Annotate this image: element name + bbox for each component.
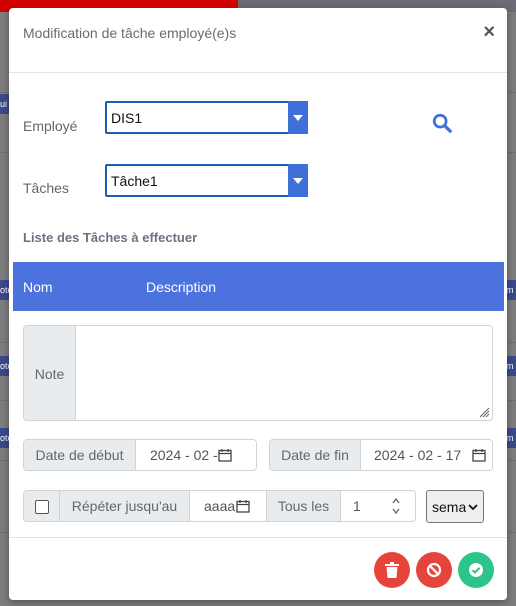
repeat-unit-select[interactable]: semaine [426, 490, 484, 523]
confirm-button[interactable] [458, 552, 494, 588]
task-list-title: Liste des Tâches à effectuer [23, 230, 198, 245]
tasks-select[interactable]: Tâche1 [105, 164, 308, 197]
modal-title: Modification de tâche employé(e)s [23, 25, 237, 41]
calendar-icon[interactable] [218, 448, 232, 462]
every-label: Tous les [266, 491, 341, 521]
column-header-description: Description [146, 279, 217, 295]
employee-label: Employé [23, 118, 78, 134]
start-date-input[interactable]: 2024 - 02 - [150, 447, 220, 463]
employee-select-value: DIS1 [111, 110, 143, 126]
repeat-checkbox-addon [24, 491, 60, 521]
repeat-group: Répéter jusqu'au aaaa Tous les 1 [23, 490, 416, 522]
cancel-button[interactable] [416, 552, 452, 588]
note-label: Note [24, 326, 76, 420]
note-field-group: Note [23, 325, 493, 421]
check-circle-icon [469, 563, 483, 577]
repeat-unit-value: semaine [432, 499, 466, 515]
tasks-select-value: Tâche1 [111, 173, 158, 189]
start-date-group: Date de début 2024 - 02 - [23, 439, 257, 471]
footer-divider [9, 537, 507, 538]
employee-select[interactable]: DIS1 [105, 101, 308, 134]
chevron-down-icon [288, 101, 308, 134]
repeat-label: Répéter jusqu'au [60, 491, 190, 521]
repeat-date-input[interactable]: aaaa [204, 498, 236, 514]
trash-icon [385, 562, 399, 578]
resize-grip-icon[interactable] [478, 406, 490, 418]
background-tab: m [506, 280, 516, 300]
start-date-label: Date de début [24, 440, 136, 470]
note-textarea[interactable] [76, 326, 492, 420]
end-date-group: Date de fin 2024 - 02 - 17 [269, 439, 493, 471]
edit-task-modal: Modification de tâche employé(e)s × Empl… [9, 8, 507, 600]
end-date-input[interactable]: 2024 - 02 - 17 [374, 447, 464, 463]
tasks-label: Tâches [23, 180, 69, 196]
ban-icon [426, 562, 442, 578]
calendar-icon[interactable] [236, 499, 250, 513]
every-number-input[interactable]: 1 [353, 498, 383, 514]
background-tab: m [506, 356, 516, 376]
number-spinner-icon[interactable] [391, 494, 401, 518]
background-tab: m [506, 428, 516, 448]
calendar-icon[interactable] [472, 448, 486, 462]
end-date-label: Date de fin [270, 440, 361, 470]
repeat-checkbox[interactable] [35, 500, 49, 514]
chevron-down-icon [288, 164, 308, 197]
column-header-name: Nom [23, 279, 53, 295]
modal-header: Modification de tâche employé(e)s × [9, 8, 507, 73]
task-table-header: Nom Description [13, 262, 504, 311]
search-icon[interactable] [431, 112, 453, 134]
chevron-down-icon [468, 504, 478, 511]
delete-button[interactable] [374, 552, 410, 588]
close-button[interactable]: × [483, 22, 495, 42]
